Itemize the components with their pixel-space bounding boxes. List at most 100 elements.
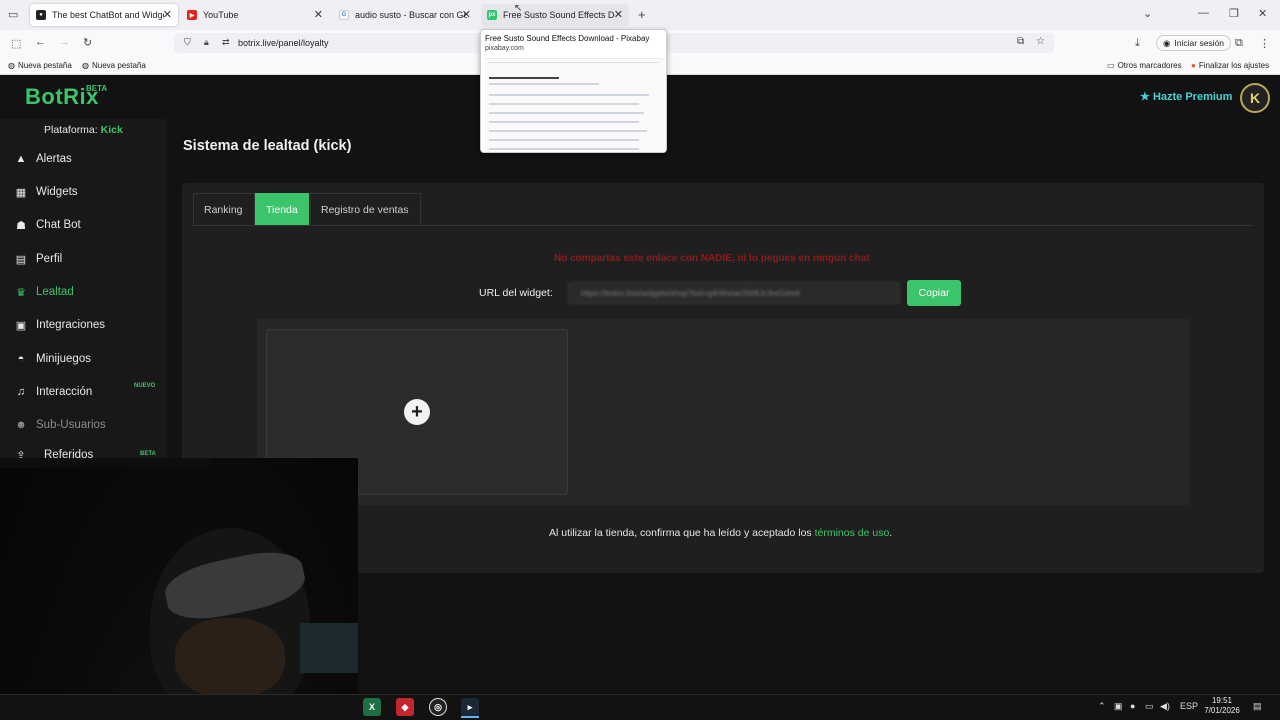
clock[interactable]: 19:51 7/01/2026 — [1200, 696, 1244, 716]
close-icon[interactable]: ✕ — [163, 8, 172, 21]
sign-in-label: Iniciar sesión — [1174, 38, 1225, 48]
share-warning: No compartas este enlace con NADIE, ni l… — [554, 253, 870, 264]
copy-button[interactable]: Copiar — [907, 280, 961, 306]
tab-pixabay[interactable]: px Free Susto Sound Effects Down ✕ — [481, 4, 629, 26]
terminal-icon[interactable]: ▸ — [461, 698, 479, 716]
globe-icon: ◍ — [82, 61, 89, 70]
terms-link[interactable]: términos de uso — [815, 527, 890, 539]
close-icon[interactable]: ✕ — [462, 8, 471, 21]
sidebar-item-lealtad[interactable]: ♛ Lealtad — [14, 282, 74, 302]
sidebar-item-label: Sub-Usuarios — [36, 419, 106, 431]
tab-list-chevron-icon[interactable]: ⌄ — [1143, 7, 1152, 20]
language-indicator[interactable]: ESP — [1180, 701, 1198, 711]
bookmark-new-tab-1[interactable]: ◍ Nueva pestaña — [8, 61, 72, 70]
user-icon: ◉ — [1163, 37, 1171, 48]
tab-tienda[interactable]: Tienda — [255, 193, 309, 225]
sidebar-item-chatbot[interactable]: ☗ Chat Bot — [14, 215, 81, 235]
bookmark-label: Finalizar los ajustes — [1198, 61, 1270, 70]
sidebar-item-minijuegos[interactable]: ◓ Minijuegos — [14, 349, 91, 369]
volume-icon[interactable]: ◀) — [1160, 701, 1170, 712]
minimize-icon[interactable]: — — [1198, 7, 1209, 19]
face — [175, 618, 285, 694]
webcam-overlay — [0, 458, 358, 694]
preview-domain: pixabay.com — [485, 45, 524, 52]
download-icon[interactable]: ⤓ — [1135, 37, 1140, 50]
warning-icon: ▲ — [15, 153, 27, 165]
excel-icon[interactable]: X — [363, 698, 381, 716]
plus-circle-icon[interactable]: + — [404, 399, 430, 425]
sidebar-toggle-icon[interactable]: ⬚ — [11, 37, 21, 50]
youtube-favicon-icon: ▶ — [187, 10, 197, 20]
finish-setup-bookmark[interactable]: ● Finalizar los ajustes — [1191, 61, 1269, 70]
site-info-icon[interactable]: ⇄ — [222, 37, 230, 48]
globe-icon: ◍ — [8, 61, 15, 70]
pixabay-favicon-icon: px — [487, 10, 497, 20]
network-icon[interactable]: ▭ — [1145, 701, 1154, 712]
google-favicon-icon: G — [339, 10, 349, 20]
reload-icon[interactable]: ↻ — [83, 36, 92, 49]
sidebar-item-widgets[interactable]: ▦ Widgets — [14, 182, 78, 202]
bookmark-new-tab-2[interactable]: ◍ Nueva pestaña — [82, 61, 146, 70]
sidebar-item-interaccion[interactable]: ♫ Interacción — [14, 382, 92, 402]
notifications-icon[interactable]: ▤ — [1253, 701, 1262, 712]
shield-icon[interactable]: ⛉ — [184, 37, 191, 48]
close-icon[interactable]: ✕ — [314, 8, 323, 21]
tab-ranking[interactable]: Ranking — [193, 193, 255, 225]
restore-icon[interactable]: ❐ — [1229, 7, 1239, 20]
close-icon[interactable]: ✕ — [614, 8, 623, 21]
premium-label: Hazte Premium — [1152, 91, 1233, 103]
widget-url-field[interactable]: https://botrix.live/widgets/shop?bid=g4r… — [568, 282, 900, 304]
background-panel — [300, 623, 358, 673]
other-bookmarks[interactable]: ▭ Otros marcadores — [1107, 61, 1182, 70]
extensions-icon[interactable]: ⧉ — [1235, 37, 1243, 50]
sidebar-item-label: Interacción — [36, 386, 93, 398]
obs-icon[interactable]: ◎ — [429, 698, 447, 716]
sidebar-item-perfil[interactable]: ▤ Perfil — [14, 249, 62, 269]
gamepad-icon: ◓ — [17, 353, 25, 365]
sidebar-item-subusuarios[interactable]: ☻ Sub-Usuarios — [14, 415, 106, 435]
tray-chevron-icon[interactable]: ⌃ — [1098, 701, 1106, 712]
bookmark-label: Otros marcadores — [1117, 61, 1182, 70]
widget-url-label: URL del widget: — [479, 287, 553, 299]
app-red-icon[interactable]: ◆ — [396, 698, 414, 716]
bookmark-label: Nueva pestaña — [91, 61, 146, 70]
avatar[interactable]: K — [1240, 83, 1270, 113]
tab-youtube[interactable]: ▶ YouTube ✕ — [181, 4, 329, 26]
clock-time: 19:51 — [1211, 696, 1233, 705]
preview-title: Free Susto Sound Effects Download - Pixa… — [485, 34, 650, 43]
tab-overview-icon[interactable]: ▭ — [8, 8, 18, 21]
sidebar-item-alertas[interactable]: ▲ Alertas — [14, 149, 72, 169]
sidebar-item-label: Minijuegos — [36, 353, 91, 365]
forward-icon[interactable]: → — [59, 36, 70, 48]
platform-label: Plataforma: — [44, 124, 98, 136]
sign-in-button[interactable]: ◉ Iniciar sesión — [1156, 35, 1232, 51]
terms-text: Al utilizar la tienda, confirma que ha l… — [549, 527, 815, 539]
platform-indicator: Plataforma: Kick — [44, 124, 123, 136]
sidebar-item-referidos[interactable]: ⇪ Referidos — [14, 449, 93, 458]
list-icon: ▣ — [15, 319, 27, 332]
taskbar — [0, 694, 1280, 720]
active-app-indicator — [461, 716, 479, 718]
back-icon[interactable]: ← — [35, 36, 46, 48]
menu-icon[interactable]: ⋮ — [1259, 37, 1270, 50]
tray-app-icon[interactable]: ▣ — [1114, 701, 1123, 712]
tab-registro-ventas[interactable]: Registro de ventas — [310, 193, 421, 225]
premium-button[interactable]: ★ Hazte Premium — [1140, 90, 1232, 103]
beta-badge: BETA — [86, 84, 108, 93]
translate-icon[interactable]: ⧉ — [1017, 36, 1024, 47]
tab-google[interactable]: G audio susto - Buscar con Googl ✕ — [333, 4, 477, 26]
mouse-cursor-icon: ↖ — [514, 3, 523, 14]
tab-botrix[interactable]: ● The best ChatBot and Widgets f ✕ — [30, 4, 178, 26]
mic-icon[interactable]: ● — [1130, 701, 1135, 711]
sidebar-item-label: Widgets — [36, 186, 78, 198]
sidebar-item-integraciones[interactable]: ▣ Integraciones — [14, 315, 105, 335]
new-tab-button[interactable]: + — [638, 7, 646, 22]
firefox-icon: ● — [1191, 61, 1196, 70]
window-close-icon[interactable]: ✕ — [1258, 7, 1267, 20]
sidebar-item-label: Perfil — [36, 253, 63, 265]
platform-value: Kick — [100, 124, 123, 136]
lock-icon[interactable]: 🔒︎ — [204, 37, 209, 48]
bookmark-star-icon[interactable]: ☆ — [1036, 36, 1045, 47]
page-title: Sistema de lealtad (kick) — [183, 138, 352, 154]
url-text: botrix.live/panel/loyalty — [238, 38, 329, 48]
